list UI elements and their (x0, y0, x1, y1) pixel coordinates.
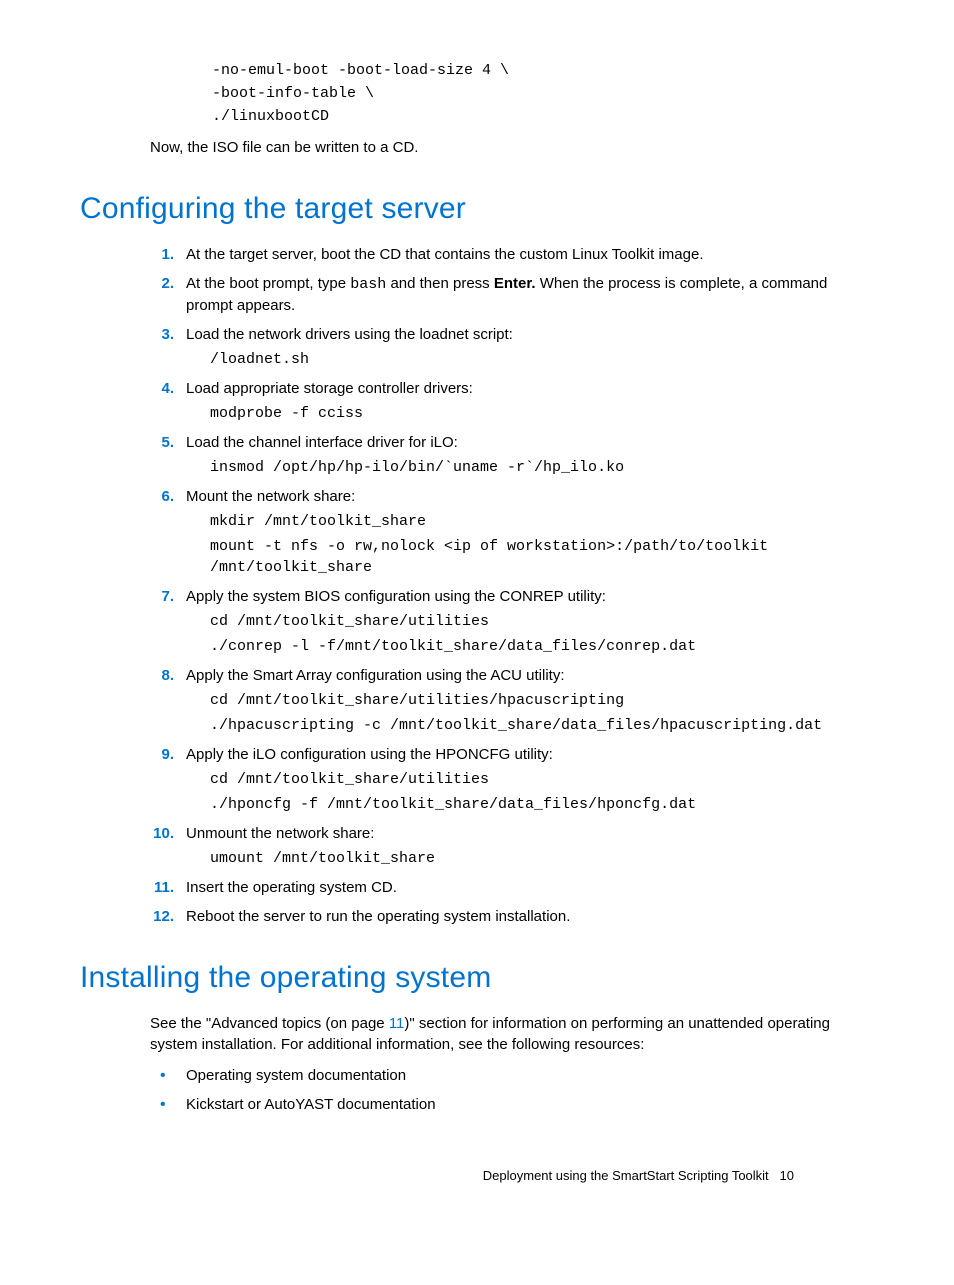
code-block: cd /mnt/toolkit_share/utilities/hpacuscr… (210, 690, 874, 711)
code-block: umount /mnt/toolkit_share (210, 848, 874, 869)
code-block: /loadnet.sh (210, 349, 874, 370)
step-text: Load the channel interface driver for iL… (186, 434, 458, 451)
step-12: 12.Reboot the server to run the operatin… (150, 906, 874, 927)
footer-text: Deployment using the SmartStart Scriptin… (483, 1168, 769, 1183)
step-10: 10.Unmount the network share: umount /mn… (150, 823, 874, 869)
code-block: ./hponcfg -f /mnt/toolkit_share/data_fil… (210, 794, 874, 815)
install-paragraph: See the "Advanced topics (on page 11)" s… (150, 1013, 874, 1055)
heading-installing: Installing the operating system (80, 957, 874, 999)
code-block: mount -t nfs -o rw,nolock <ip of worksta… (210, 536, 874, 578)
inline-code: bash (350, 276, 386, 293)
step-11: 11.Insert the operating system CD. (150, 877, 874, 898)
code-block: cd /mnt/toolkit_share/utilities (210, 769, 874, 790)
bullet-item: Operating system documentation (150, 1065, 874, 1086)
page-link[interactable]: 11 (389, 1015, 405, 1032)
step-text: At the boot prompt, type bash and then p… (186, 275, 827, 314)
code-block: ./conrep -l -f/mnt/toolkit_share/data_fi… (210, 636, 874, 657)
step-2: 2.At the boot prompt, type bash and then… (150, 273, 874, 316)
step-text: Load the network drivers using the loadn… (186, 326, 513, 343)
step-text: Unmount the network share: (186, 825, 374, 842)
step-7: 7.Apply the system BIOS configuration us… (150, 586, 874, 657)
step-text: Apply the system BIOS configuration usin… (186, 588, 606, 605)
step-3: 3.Load the network drivers using the loa… (150, 324, 874, 370)
code-block: modprobe -f cciss (210, 403, 874, 424)
code-line: -no-emul-boot -boot-load-size 4 \ (212, 60, 874, 81)
code-block: insmod /opt/hp/hp-ilo/bin/`uname -r`/hp_… (210, 457, 874, 478)
step-text: Insert the operating system CD. (186, 879, 397, 896)
page-footer: Deployment using the SmartStart Scriptin… (483, 1167, 794, 1185)
bullet-item: Kickstart or AutoYAST documentation (150, 1094, 874, 1115)
configure-steps-list: 1.At the target server, boot the CD that… (150, 244, 874, 927)
step-text: Mount the network share: (186, 488, 355, 505)
step-text: Load appropriate storage controller driv… (186, 380, 473, 397)
iso-note-text: Now, the ISO file can be written to a CD… (150, 137, 874, 158)
step-text: Apply the Smart Array configuration usin… (186, 667, 565, 684)
footer-page-number: 10 (780, 1168, 794, 1183)
step-4: 4.Load appropriate storage controller dr… (150, 378, 874, 424)
bold-enter: Enter. (494, 275, 536, 292)
step-text: Apply the iLO configuration using the HP… (186, 746, 553, 763)
code-block: mkdir /mnt/toolkit_share (210, 511, 874, 532)
step-9: 9.Apply the iLO configuration using the … (150, 744, 874, 815)
install-bullet-list: Operating system documentation Kickstart… (150, 1065, 874, 1115)
step-text: Reboot the server to run the operating s… (186, 908, 570, 925)
step-text: At the target server, boot the CD that c… (186, 246, 704, 263)
code-block: cd /mnt/toolkit_share/utilities (210, 611, 874, 632)
code-line: -boot-info-table \ (212, 83, 874, 104)
step-1: 1.At the target server, boot the CD that… (150, 244, 874, 265)
code-block: ./hpacuscripting -c /mnt/toolkit_share/d… (210, 715, 874, 736)
step-8: 8.Apply the Smart Array configuration us… (150, 665, 874, 736)
heading-configuring: Configuring the target server (80, 188, 874, 230)
step-6: 6.Mount the network share: mkdir /mnt/to… (150, 486, 874, 578)
step-5: 5.Load the channel interface driver for … (150, 432, 874, 478)
code-line: ./linuxbootCD (212, 106, 874, 127)
